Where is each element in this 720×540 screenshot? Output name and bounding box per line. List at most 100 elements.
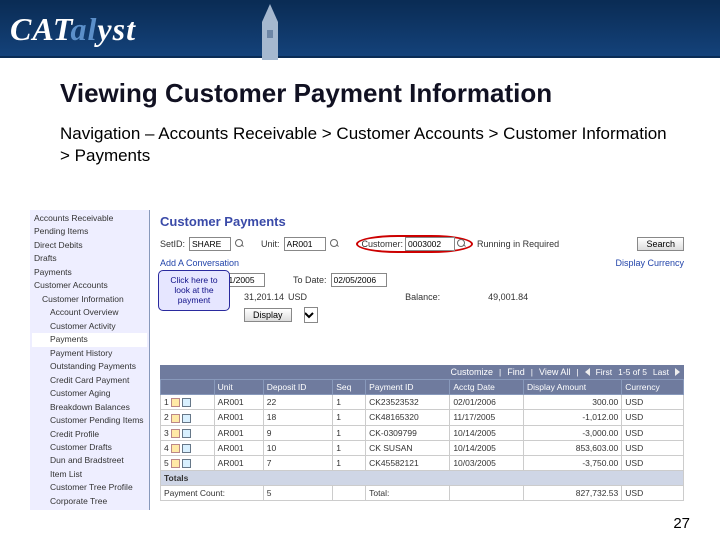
tree-payments[interactable]: Payments xyxy=(32,333,147,346)
doc-icon[interactable] xyxy=(182,414,191,423)
doc-icon[interactable] xyxy=(171,429,180,438)
last-icon[interactable] xyxy=(675,368,680,376)
total-amount: 827,732.53 xyxy=(524,486,622,501)
doc-icon[interactable] xyxy=(171,398,180,407)
nav-tree: Accounts Receivable Pending ItemsDirect … xyxy=(30,210,150,510)
col-header[interactable]: Unit xyxy=(214,380,263,395)
app-screenshot: Accounts Receivable Pending ItemsDirect … xyxy=(30,210,690,510)
lookup-icon[interactable] xyxy=(330,239,340,249)
col-header[interactable]: Payment ID xyxy=(366,380,450,395)
find-link[interactable]: Find xyxy=(507,367,525,377)
tree-item[interactable]: Item List xyxy=(32,468,147,481)
col-header[interactable]: Seq xyxy=(333,380,366,395)
payment-count-label: Payment Count: xyxy=(161,486,264,501)
table-row[interactable]: 3 AR00191CK-030979910/14/2005-3,000.00US… xyxy=(161,425,684,440)
doc-icon[interactable] xyxy=(171,459,180,468)
debits-currency: USD xyxy=(288,292,307,302)
totals-label: Totals xyxy=(161,471,684,486)
customize-link[interactable]: Customize xyxy=(451,367,494,377)
total-currency: USD xyxy=(622,486,684,501)
lookup-icon[interactable] xyxy=(235,239,245,249)
tree-item[interactable]: Payment History xyxy=(32,347,147,360)
unit-input[interactable] xyxy=(284,237,326,251)
tree-customer-info[interactable]: Customer Information xyxy=(32,293,147,306)
doc-icon[interactable] xyxy=(182,398,191,407)
doc-icon[interactable] xyxy=(171,444,180,453)
tree-item[interactable]: Dun and Bradstreet xyxy=(32,454,147,467)
grid-toolbar: Customize| Find| View All| First 1-5 of … xyxy=(160,365,684,379)
col-header[interactable]: Display Amount xyxy=(524,380,622,395)
totals-row: Totals xyxy=(161,471,684,486)
tree-item[interactable]: Credit Profile xyxy=(32,428,147,441)
add-conversation-link[interactable]: Add A Conversation xyxy=(160,258,239,268)
to-date-label: To Date: xyxy=(293,275,327,285)
first-icon[interactable] xyxy=(585,368,590,376)
table-row[interactable]: 4 AR001101CK SUSAN10/14/2005853,603.00US… xyxy=(161,440,684,455)
search-row: SetID: Unit: Customer: Running in Requir… xyxy=(160,235,684,253)
tree-item[interactable]: Customer Pending Items xyxy=(32,414,147,427)
tree-item[interactable]: Drafts xyxy=(32,252,147,265)
banner: CATalyst xyxy=(0,0,720,58)
tree-item[interactable]: Breakdown Balances xyxy=(32,401,147,414)
doc-icon[interactable] xyxy=(182,459,191,468)
total-label: Total: xyxy=(366,486,450,501)
nav-breadcrumb: Navigation – Accounts Receivable > Custo… xyxy=(60,123,680,167)
slide-title: Viewing Customer Payment Information xyxy=(60,78,680,109)
col-header[interactable]: Acctg Date xyxy=(450,380,524,395)
tree-item[interactable]: Payments xyxy=(32,266,147,279)
logo: CATalyst xyxy=(0,2,720,56)
tree-item[interactable]: Pending Items xyxy=(32,225,147,238)
customer-label: Customer: xyxy=(362,239,404,249)
payments-table: UnitDeposit IDSeqPayment IDAcctg DateDis… xyxy=(160,379,684,501)
running-label: Running in Required xyxy=(477,239,559,249)
viewall-link[interactable]: View All xyxy=(539,367,570,377)
callout-tip: Click here to look at the payment xyxy=(158,270,230,311)
payment-count-value: 5 xyxy=(263,486,332,501)
tree-item[interactable]: Customer Activity xyxy=(32,320,147,333)
balance-amount: 49,001.84 xyxy=(488,292,528,302)
table-row[interactable]: 5 AR00171CK4558212110/03/2005-3,750.00US… xyxy=(161,456,684,471)
tree-item[interactable]: Outstanding Payments xyxy=(32,360,147,373)
display-select[interactable] xyxy=(304,307,318,323)
tree-item[interactable]: Account Overview xyxy=(32,306,147,319)
tree-item[interactable]: Customer Aging xyxy=(32,387,147,400)
tree-root[interactable]: Accounts Receivable xyxy=(32,212,147,225)
tree-customer-accounts[interactable]: Customer Accounts xyxy=(32,279,147,292)
payments-grid: Customize| Find| View All| First 1-5 of … xyxy=(160,365,684,501)
nav-range: 1-5 of 5 xyxy=(618,367,647,377)
slide-body: Viewing Customer Payment Information Nav… xyxy=(0,58,720,167)
setid-label: SetID: xyxy=(160,239,185,249)
col-header[interactable]: Currency xyxy=(622,380,684,395)
table-row[interactable]: 1 AR001221CK2352353202/01/2006300.00USD xyxy=(161,395,684,410)
tree-item[interactable]: Messages xyxy=(32,508,147,510)
doc-icon[interactable] xyxy=(182,429,191,438)
col-header[interactable] xyxy=(161,380,215,395)
col-header[interactable]: Deposit ID xyxy=(263,380,332,395)
totals-detail-row: Payment Count: 5 Total: 827,732.53 USD xyxy=(161,486,684,501)
logo-text: CATalyst xyxy=(10,11,136,48)
nav-last[interactable]: Last xyxy=(653,367,669,377)
table-row[interactable]: 2 AR001181CK4816532011/17/2005-1,012.00U… xyxy=(161,410,684,425)
tree-item[interactable]: Customer Drafts xyxy=(32,441,147,454)
unit-label: Unit: xyxy=(261,239,280,249)
tree-item[interactable]: Corporate Tree xyxy=(32,495,147,508)
tree-item[interactable]: Direct Debits xyxy=(32,239,147,252)
doc-icon[interactable] xyxy=(182,444,191,453)
customer-circled: Customer: xyxy=(356,235,474,253)
page-title: Customer Payments xyxy=(160,214,684,229)
customer-input[interactable] xyxy=(405,237,455,251)
nav-first[interactable]: First xyxy=(596,367,613,377)
display-currency-link[interactable]: Display Currency xyxy=(615,258,684,268)
lookup-icon[interactable] xyxy=(457,239,467,249)
tree-item[interactable]: Customer Tree Profile xyxy=(32,481,147,494)
debits-amount: 31,201.14 xyxy=(244,292,284,302)
to-date-input[interactable] xyxy=(331,273,387,287)
tower-icon xyxy=(250,2,290,60)
setid-input[interactable] xyxy=(189,237,231,251)
main-panel: Customer Payments SetID: Unit: Customer:… xyxy=(150,210,690,510)
doc-icon[interactable] xyxy=(171,414,180,423)
tree-item[interactable]: Credit Card Payment xyxy=(32,374,147,387)
display-button[interactable]: Display xyxy=(244,308,292,322)
search-button[interactable]: Search xyxy=(637,237,684,251)
balance-label: Balance: xyxy=(405,292,440,302)
